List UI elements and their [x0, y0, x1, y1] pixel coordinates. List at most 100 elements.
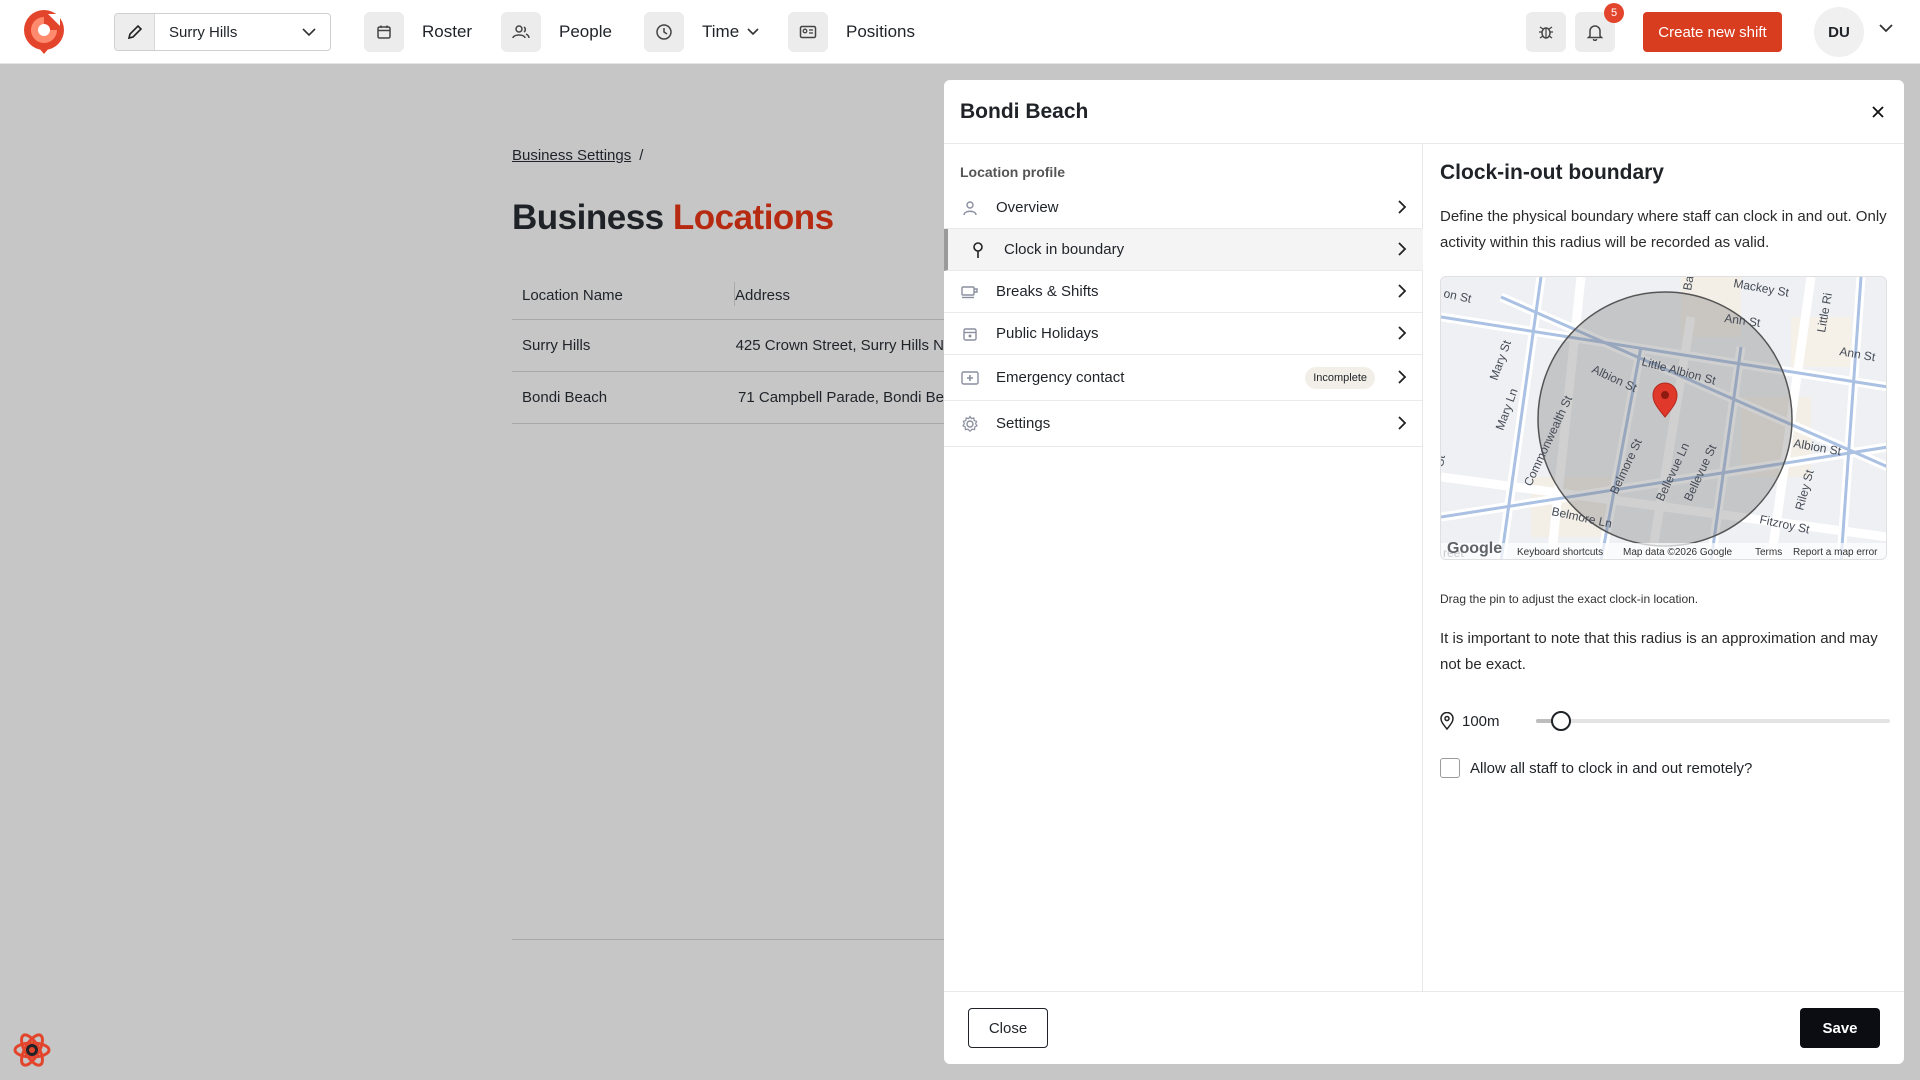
bug-report-button[interactable]	[1526, 12, 1566, 52]
google-logo: Google	[1447, 540, 1502, 557]
chevron-down-icon	[747, 28, 759, 36]
pencil-icon[interactable]	[115, 14, 155, 50]
coffee-icon	[960, 282, 980, 302]
nav-people[interactable]: People	[501, 12, 612, 52]
approximation-note: It is important to note that this radius…	[1440, 630, 1878, 673]
people-icon	[501, 12, 541, 52]
calendar-icon	[364, 12, 404, 52]
breadcrumb-separator: /	[639, 147, 644, 164]
menu-item-label: Emergency contact	[996, 369, 1125, 386]
clock-icon	[644, 12, 684, 52]
column-divider	[734, 282, 735, 306]
medical-icon	[960, 368, 980, 388]
menu-item-emergency-contact[interactable]: Emergency contact Incomplete	[944, 355, 1423, 401]
modal-header: Bondi Beach	[944, 80, 1904, 144]
radius-value: 100m	[1462, 712, 1500, 730]
location-select-value: Surry Hills	[169, 23, 238, 41]
nav-people-label: People	[559, 22, 612, 41]
map-attribution-terms: Terms	[1755, 547, 1782, 558]
panel-description: Define the physical boundary where staff…	[1440, 208, 1887, 251]
menu-item-label: Public Holidays	[996, 325, 1099, 342]
modal-footer: Close Save	[944, 991, 1904, 1064]
menu-item-breaks-shifts[interactable]: Breaks & Shifts	[944, 271, 1423, 313]
page-title-main: Business	[512, 198, 664, 237]
chevron-down-icon	[302, 28, 316, 36]
profile-menu: Overview Clock in boundary Breaks & Shif…	[944, 187, 1423, 447]
close-button[interactable]: Close	[968, 1008, 1048, 1048]
breadcrumb-business-settings[interactable]: Business Settings	[512, 147, 631, 164]
table-row[interactable]: Surry Hills 425 Crown Street, Surry Hill…	[512, 320, 944, 372]
menu-item-overview[interactable]: Overview	[944, 187, 1423, 229]
menu-item-label: Overview	[996, 199, 1059, 216]
modal-title: Bondi Beach	[960, 100, 1089, 123]
map-attribution-data: Map data ©2026 Google	[1623, 547, 1733, 558]
clock-boundary-panel: Clock-in-out boundary Define the physica…	[1423, 144, 1904, 991]
person-icon	[960, 198, 980, 218]
radius-slider[interactable]	[1536, 711, 1890, 731]
radius-control: 100m	[1440, 704, 1890, 738]
map-pin-icon	[1440, 712, 1454, 730]
app-logo[interactable]	[22, 8, 66, 56]
chevron-right-icon	[1397, 199, 1407, 215]
chevron-right-icon	[1397, 415, 1407, 431]
gear-icon	[960, 414, 980, 434]
table-row[interactable]: Bondi Beach 71 Campbell Parade, Bondi Be	[512, 372, 944, 424]
column-header-location-name[interactable]: Location Name	[512, 287, 735, 304]
notification-count-badge: 5	[1604, 3, 1624, 23]
chevron-right-icon	[1397, 283, 1407, 299]
table-cell-location-name: Bondi Beach	[522, 389, 608, 406]
map-canvas[interactable]: Mackey St Ann St Little Ri Ann St Little…	[1441, 277, 1887, 560]
map-pin-icon	[968, 240, 988, 260]
chevron-down-icon[interactable]	[1879, 24, 1893, 33]
menu-item-label: Clock in boundary	[1004, 241, 1125, 258]
radius-slider-handle[interactable]	[1550, 711, 1571, 731]
map-attribution-report-error: Report a map error	[1793, 547, 1878, 558]
chevron-right-icon	[1397, 241, 1407, 257]
drag-pin-note: Drag the pin to adjust the exact clock-i…	[1440, 592, 1699, 606]
nav-roster-label: Roster	[422, 22, 473, 41]
menu-item-settings[interactable]: Settings	[944, 401, 1423, 447]
close-icon[interactable]	[1866, 100, 1890, 124]
notifications-button[interactable]: 5	[1575, 3, 1624, 52]
table-cell-address: 425 Crown Street, Surry Hills N	[735, 337, 944, 354]
location-select[interactable]: Surry Hills	[114, 13, 331, 51]
menu-item-label: Settings	[996, 415, 1051, 432]
nav-positions-label: Positions	[846, 22, 915, 41]
table-cell-location-name: Surry Hills	[522, 337, 591, 354]
page-title-accent: Locations	[672, 198, 834, 237]
table-header: Location Name Address	[512, 272, 944, 320]
chevron-right-icon	[1397, 369, 1407, 385]
menu-item-label: Breaks & Shifts	[996, 283, 1099, 300]
menu-item-public-holidays[interactable]: Public Holidays	[944, 313, 1423, 355]
location-modal: Bondi Beach Location profile Overview Cl…	[944, 80, 1904, 1064]
remote-clock-label: Allow all staff to clock in and out remo…	[1470, 759, 1753, 777]
id-card-icon	[788, 12, 828, 52]
page-title: Business Locations	[512, 198, 834, 238]
nav-time[interactable]: Time	[644, 12, 759, 52]
chevron-right-icon	[1397, 325, 1407, 341]
menu-item-clock-in-boundary[interactable]: Clock in boundary	[944, 229, 1423, 271]
section-label: Location profile	[960, 164, 1065, 180]
create-new-shift-button[interactable]: Create new shift	[1643, 12, 1782, 52]
boundary-map[interactable]: Mackey St Ann St Little Ri Ann St Little…	[1440, 276, 1887, 560]
nav-roster[interactable]: Roster	[364, 12, 472, 52]
incomplete-badge: Incomplete	[1305, 367, 1375, 389]
divider	[512, 939, 944, 940]
map-attribution-keyboard-shortcuts: Keyboard shortcuts	[1517, 547, 1603, 558]
nav-time-label: Time	[702, 22, 740, 41]
bell-icon	[1586, 25, 1604, 41]
column-header-address[interactable]: Address	[735, 287, 790, 304]
location-profile-nav: Location profile Overview Clock in bound…	[944, 144, 1423, 991]
react-devtools-icon[interactable]	[12, 1030, 52, 1070]
top-bar: Surry Hills Roster People Time Positions	[0, 0, 1920, 64]
bug-icon	[1539, 26, 1553, 39]
nav-positions[interactable]: Positions	[788, 12, 915, 52]
calendar-icon	[960, 324, 980, 344]
remote-clock-option[interactable]: Allow all staff to clock in and out remo…	[1440, 758, 1752, 778]
remote-clock-checkbox[interactable]	[1440, 758, 1460, 778]
save-button[interactable]: Save	[1800, 1008, 1880, 1048]
breadcrumb: Business Settings /	[512, 147, 643, 164]
modal-body: Location profile Overview Clock in bound…	[944, 144, 1904, 991]
table-cell-address: 71 Campbell Parade, Bondi Be	[738, 389, 944, 406]
user-avatar[interactable]: DU	[1814, 7, 1864, 57]
